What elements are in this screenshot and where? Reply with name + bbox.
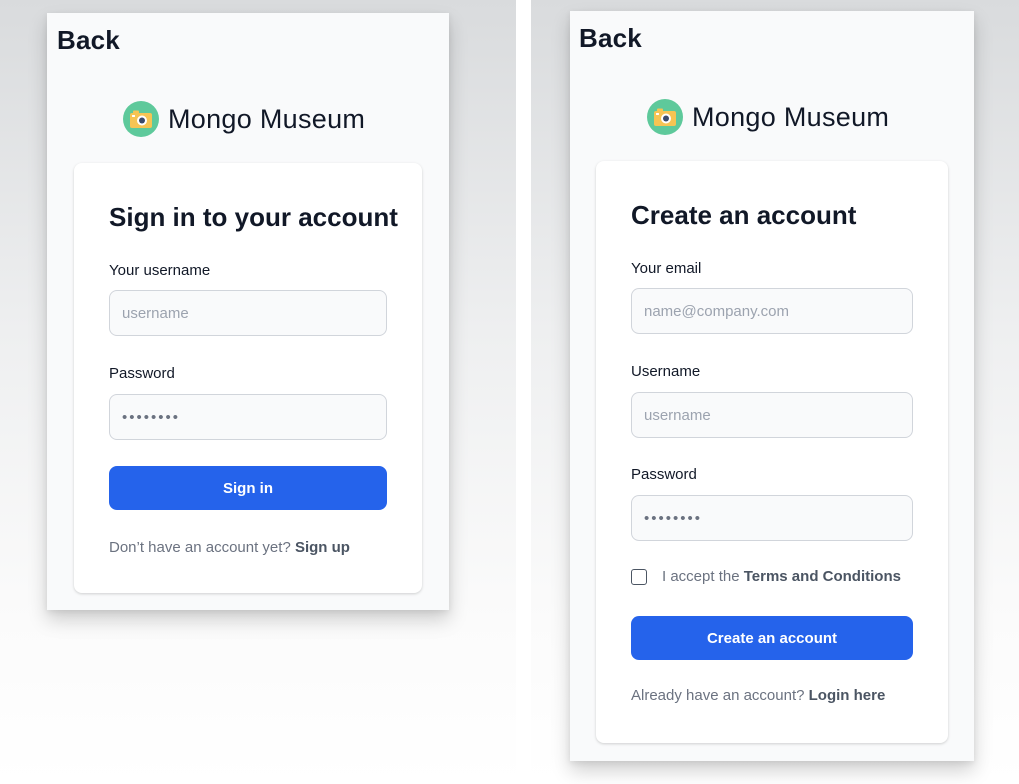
sign-in-screen: Back Mongo Museum Sign in to your accoun… bbox=[47, 13, 449, 610]
brand-name: Mongo Museum bbox=[692, 101, 890, 132]
password-input[interactable] bbox=[631, 495, 913, 541]
back-link[interactable]: Back bbox=[579, 23, 642, 54]
login-prompt-text: Already have an account? bbox=[631, 687, 805, 704]
sign-in-button[interactable]: Sign in bbox=[109, 466, 387, 510]
password-label: Password bbox=[109, 365, 175, 382]
email-label: Your email bbox=[631, 260, 702, 277]
username-label: Username bbox=[631, 363, 701, 380]
camera-icon bbox=[123, 101, 159, 137]
terms-checkbox[interactable] bbox=[631, 569, 647, 585]
sign-up-link[interactable]: Sign up bbox=[295, 539, 350, 556]
card-title: Create an account bbox=[631, 200, 857, 230]
password-input[interactable] bbox=[109, 394, 387, 440]
camera-icon bbox=[647, 99, 683, 135]
sign-up-card: Create an account Your email Username Pa… bbox=[596, 161, 948, 743]
sign-in-card: Sign in to your account Your username Pa… bbox=[74, 163, 422, 593]
username-input[interactable] bbox=[109, 290, 387, 336]
create-account-button[interactable]: Create an account bbox=[631, 616, 913, 660]
card-title: Sign in to your account bbox=[109, 202, 398, 232]
back-link[interactable]: Back bbox=[57, 25, 120, 56]
login-link[interactable]: Login here bbox=[809, 687, 886, 704]
sign-up-prompt-text: Don’t have an account yet? bbox=[109, 539, 291, 556]
brand-name: Mongo Museum bbox=[168, 103, 366, 134]
login-prompt: Already have an account? Login here bbox=[631, 687, 885, 704]
sign-up-screen: Back Mongo Museum Create an account Your… bbox=[570, 11, 974, 761]
username-input[interactable] bbox=[631, 392, 913, 438]
password-label: Password bbox=[631, 466, 697, 483]
terms-link[interactable]: Terms and Conditions bbox=[744, 568, 901, 585]
terms-label: I accept the Terms and Conditions bbox=[662, 568, 901, 585]
terms-text: I accept the bbox=[662, 568, 740, 585]
brand[interactable]: Mongo Museum bbox=[647, 99, 889, 135]
email-input[interactable] bbox=[631, 288, 913, 334]
sign-up-prompt: Don’t have an account yet? Sign up bbox=[109, 539, 350, 556]
brand[interactable]: Mongo Museum bbox=[123, 101, 365, 137]
username-label: Your username bbox=[109, 262, 211, 279]
